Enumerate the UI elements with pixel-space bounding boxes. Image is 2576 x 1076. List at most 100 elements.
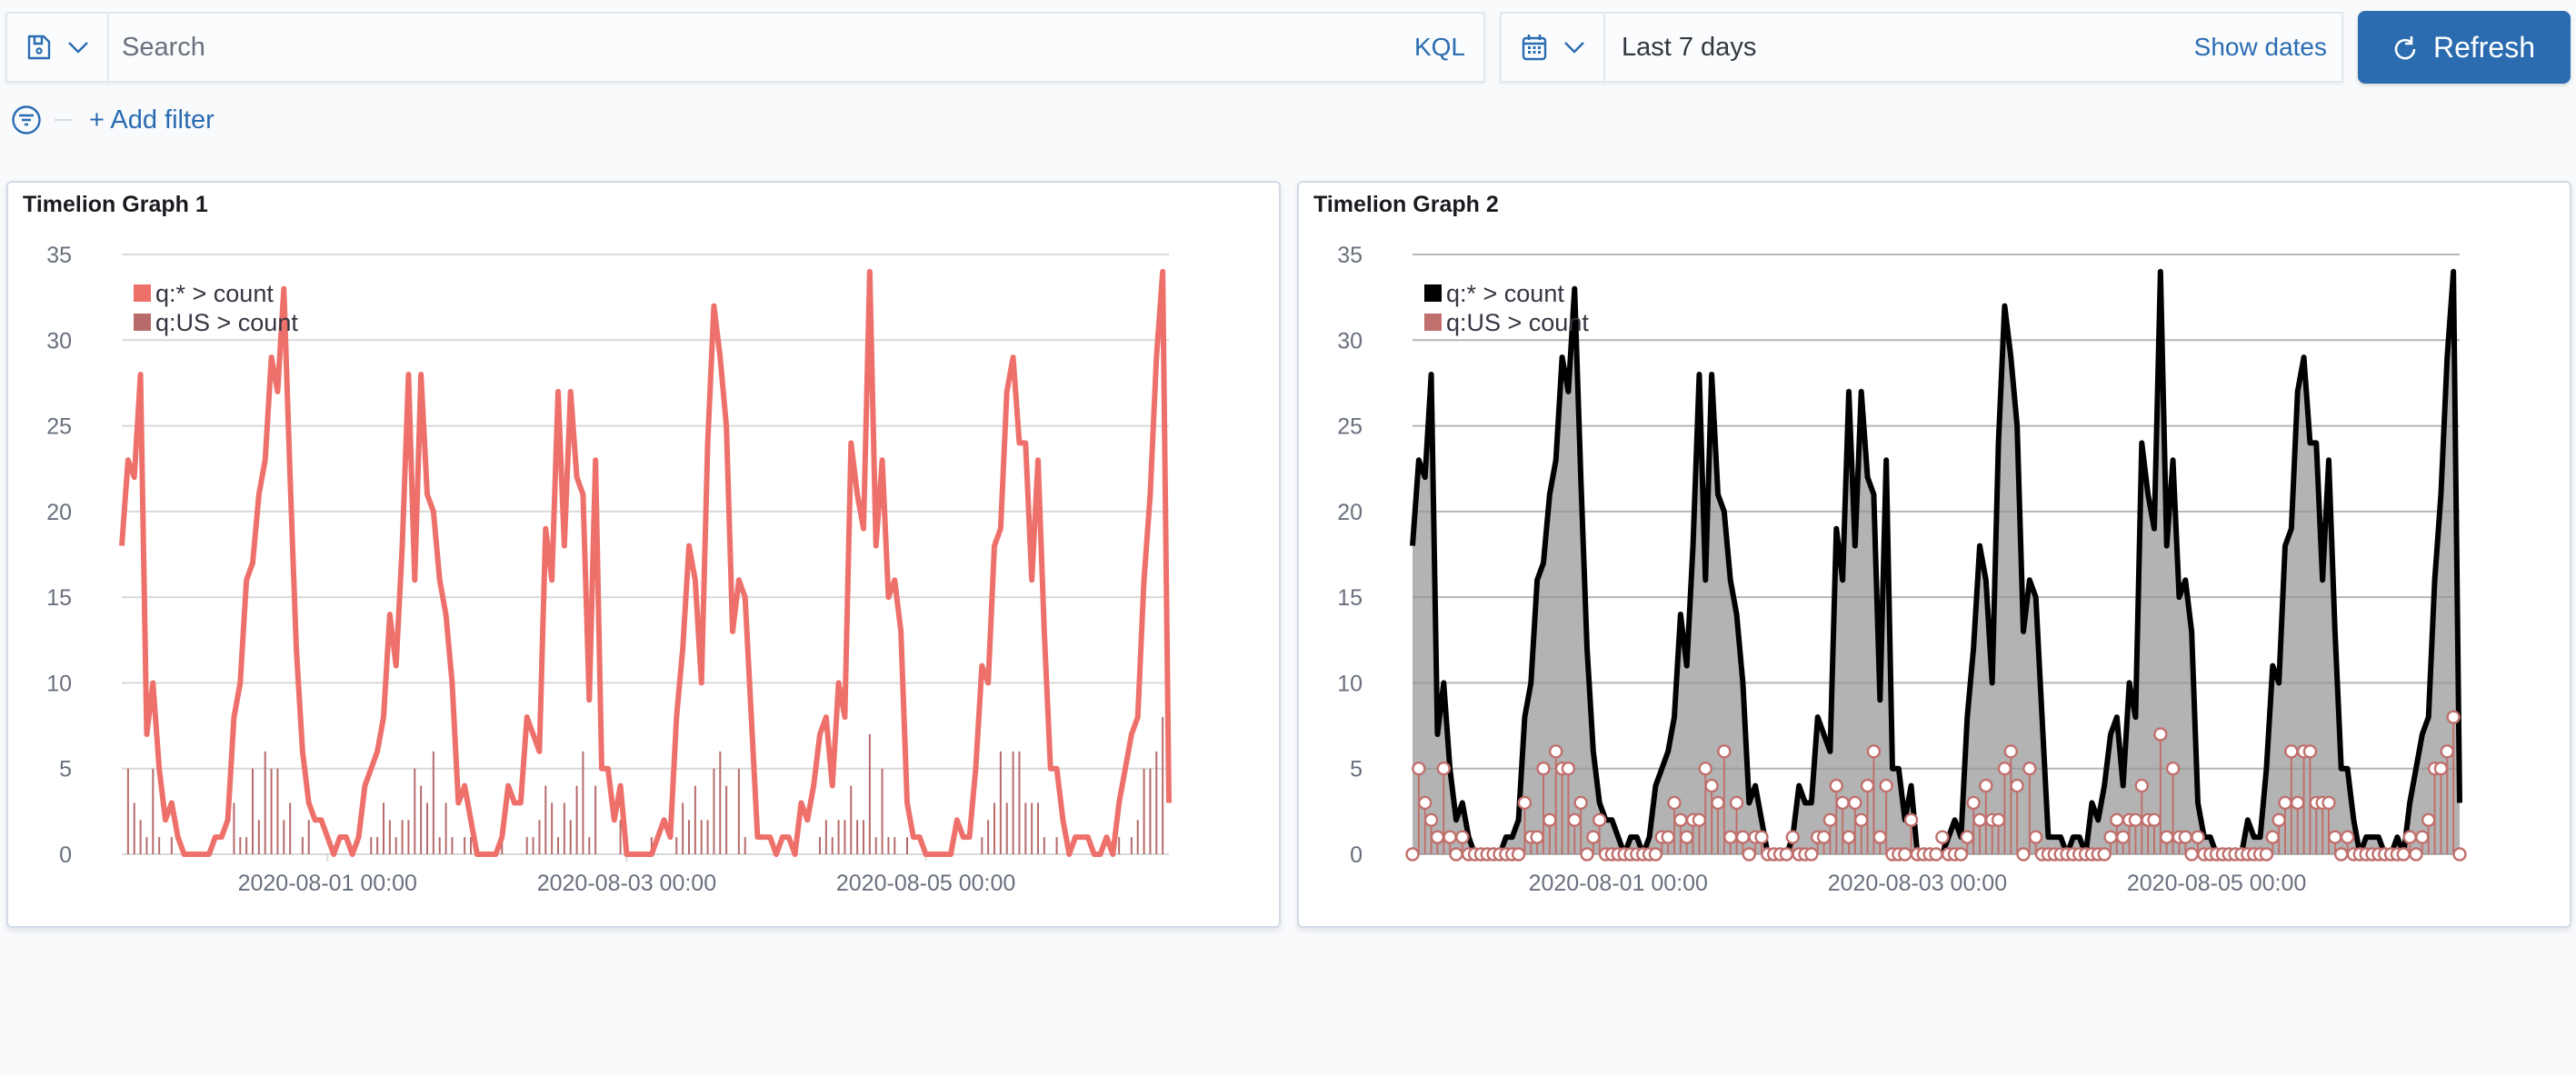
us-count-point — [2184, 847, 2199, 862]
us-count-point — [2452, 847, 2467, 862]
us-count-point — [2010, 778, 2024, 793]
us-count-point — [1842, 830, 1856, 844]
show-dates-button[interactable]: Show dates — [2194, 33, 2341, 62]
us-count-point — [2116, 830, 2131, 844]
chart-legend: q:* > countq:US > count — [1424, 280, 1589, 336]
us-count-point — [2147, 812, 2162, 827]
query-language-toggle[interactable]: KQL — [1414, 33, 1483, 62]
us-count-point — [1536, 762, 1551, 776]
us-count-point — [1972, 812, 1987, 827]
us-count-point — [2409, 847, 2423, 862]
us-count-point — [2003, 744, 2018, 759]
legend-label: q:US > count — [155, 309, 298, 336]
quick-select-button[interactable] — [1502, 14, 1605, 81]
us-count-point — [2328, 830, 2342, 844]
us-count-point — [1593, 812, 1607, 827]
legend-swatch — [1424, 314, 1442, 331]
y-tick-label: 35 — [1337, 243, 1363, 268]
chart-legend: q:* > countq:US > count — [134, 280, 298, 336]
add-filter-button[interactable]: + Add filter — [89, 105, 215, 135]
us-count-point — [1530, 830, 1544, 844]
us-count-point — [1423, 812, 1439, 827]
y-tick-label: 25 — [46, 414, 72, 440]
us-count-point — [1580, 847, 1594, 862]
legend-label: q:US > count — [1446, 309, 1589, 336]
us-count-point — [1680, 830, 1694, 844]
us-count-point — [1443, 830, 1457, 844]
chevron-down-icon — [67, 41, 89, 54]
us-count-point — [1966, 795, 1981, 811]
us-count-point — [2134, 778, 2149, 793]
x-tick-label: 2020-08-01 00:00 — [1529, 871, 1708, 896]
us-count-point — [2321, 795, 2336, 811]
us-count-point — [2165, 762, 2181, 776]
filter-bar: + Add filter — [11, 102, 215, 138]
us-count-point — [1511, 847, 1526, 862]
us-count-point — [1573, 795, 1588, 811]
y-tick-label: 20 — [1337, 500, 1363, 525]
us-count-point — [1567, 812, 1582, 827]
legend-label: q:* > count — [1446, 280, 1564, 307]
saved-query-menu-button[interactable] — [7, 14, 109, 81]
timelion-chart-1[interactable]: 0 5 10 15 20 25 30 35 2020-08-01 00:00 2020-08-03… — [8, 183, 1279, 926]
y-tick-label: 10 — [46, 671, 72, 696]
y-tick-label: 25 — [1337, 414, 1363, 440]
filter-icon[interactable] — [11, 105, 42, 135]
y-tick-label: 20 — [46, 500, 72, 525]
legend-swatch — [1424, 284, 1442, 302]
y-tick-label: 30 — [46, 328, 72, 354]
us-count-point — [2016, 847, 2031, 862]
y-tick-label: 5 — [1350, 757, 1363, 782]
y-tick-label: 5 — [59, 757, 72, 782]
us-count-point — [2097, 847, 2112, 862]
us-count-point — [1543, 812, 1557, 827]
filter-divider — [55, 119, 73, 121]
us-count-point — [1586, 830, 1601, 844]
save-icon — [27, 35, 51, 60]
us-count-point — [2259, 847, 2274, 862]
chevron-down-icon — [1563, 41, 1585, 54]
us-count-point — [1816, 830, 1832, 844]
us-count-point — [2284, 744, 2299, 759]
us-count-point — [1903, 812, 1919, 827]
y-tick-label: 0 — [59, 842, 72, 868]
us-count-point — [2103, 830, 2118, 844]
us-count-point — [1991, 812, 2006, 827]
us-count-point — [2421, 812, 2436, 827]
legend-swatch — [134, 314, 151, 331]
query-bar: KQL — [5, 12, 1485, 83]
x-tick-label: 2020-08-03 00:00 — [537, 871, 716, 896]
us-count-point — [1854, 812, 1869, 827]
y-tick-label: 15 — [1337, 585, 1363, 611]
date-range-display[interactable]: Last 7 days — [1605, 33, 2194, 63]
us-count-point — [1879, 778, 1893, 793]
timelion-chart-2[interactable]: 0 5 10 15 20 25 30 35 2020-08-01 00:00 2020-08-03… — [1299, 183, 2570, 926]
us-count-point — [1953, 847, 1969, 862]
us-count-point — [1835, 795, 1850, 811]
us-count-point — [2440, 744, 2454, 759]
us-count-point — [2334, 847, 2349, 862]
x-tick-label: 2020-08-03 00:00 — [1828, 871, 2007, 896]
us-count-point — [1561, 762, 1576, 776]
us-count-point — [1822, 812, 1838, 827]
refresh-button[interactable]: Refresh — [2358, 11, 2571, 84]
us-count-point — [1648, 847, 1663, 862]
legend-label: q:* > count — [155, 280, 274, 307]
total-count-line — [119, 268, 1172, 857]
us-count-point — [2128, 812, 2143, 827]
us-count-point — [1704, 778, 1719, 793]
us-count-point — [1872, 830, 1887, 844]
us-count-point — [1979, 778, 1993, 793]
us-count-point — [1549, 744, 1563, 759]
us-count-point — [1742, 847, 1756, 862]
us-count-point — [2029, 830, 2043, 844]
us-count-point — [2415, 830, 2430, 844]
us-count-point — [1661, 830, 1675, 844]
search-input[interactable] — [109, 13, 1414, 82]
us-count-point — [1779, 847, 1794, 862]
us-count-point — [2278, 795, 2292, 811]
us-count-point — [1405, 847, 1420, 862]
x-tick-label: 2020-08-05 00:00 — [2127, 871, 2306, 896]
us-count-point — [2153, 727, 2168, 742]
x-tick-label: 2020-08-05 00:00 — [836, 871, 1015, 896]
